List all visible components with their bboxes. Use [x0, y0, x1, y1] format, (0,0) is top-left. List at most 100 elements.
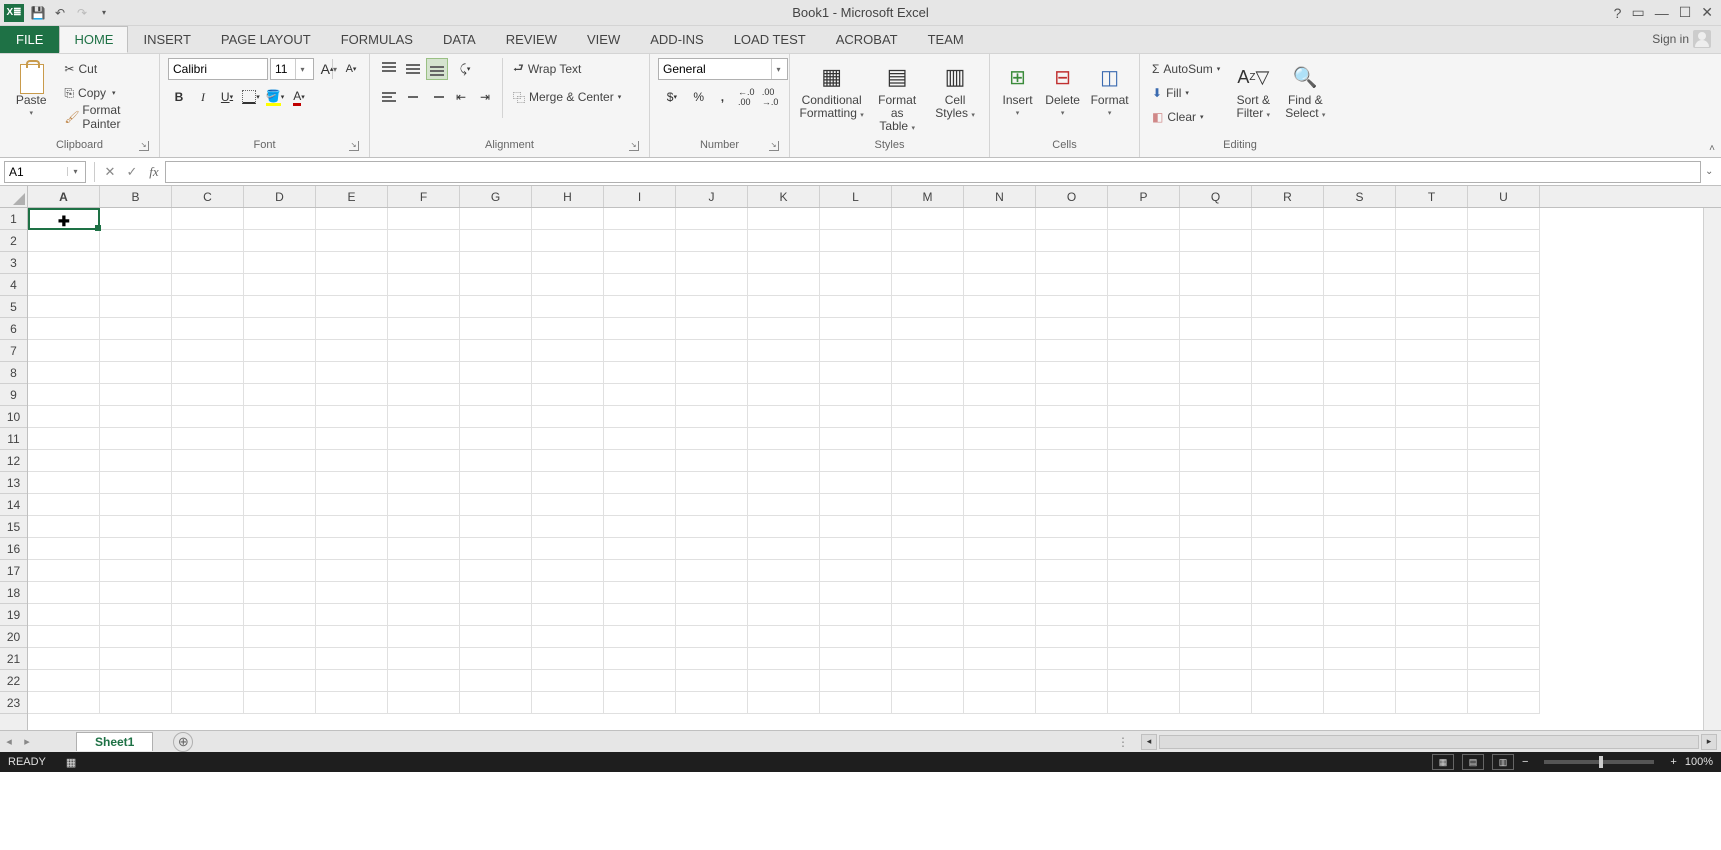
cell-D19[interactable]	[244, 604, 316, 626]
cell-K7[interactable]	[748, 340, 820, 362]
wrap-text-button[interactable]: ⮐Wrap Text	[509, 58, 625, 80]
cell-I15[interactable]	[604, 516, 676, 538]
row-header-22[interactable]: 22	[0, 670, 27, 692]
cell-G23[interactable]	[460, 692, 532, 714]
cell-P8[interactable]	[1108, 362, 1180, 384]
cell-K6[interactable]	[748, 318, 820, 340]
cell-L12[interactable]	[820, 450, 892, 472]
name-box-dropdown-icon[interactable]: ▾	[67, 167, 83, 176]
cell-P2[interactable]	[1108, 230, 1180, 252]
close-icon[interactable]: ✕	[1701, 4, 1713, 21]
row-header-6[interactable]: 6	[0, 318, 27, 340]
cell-S9[interactable]	[1324, 384, 1396, 406]
cell-P16[interactable]	[1108, 538, 1180, 560]
cell-T18[interactable]	[1396, 582, 1468, 604]
cell-D12[interactable]	[244, 450, 316, 472]
cell-D4[interactable]	[244, 274, 316, 296]
cell-G1[interactable]	[460, 208, 532, 230]
cell-O5[interactable]	[1036, 296, 1108, 318]
cell-I2[interactable]	[604, 230, 676, 252]
cell-O23[interactable]	[1036, 692, 1108, 714]
cell-T20[interactable]	[1396, 626, 1468, 648]
cell-G7[interactable]	[460, 340, 532, 362]
cell-L15[interactable]	[820, 516, 892, 538]
sheet-nav-next-icon[interactable]: ▸	[18, 735, 36, 748]
row-header-4[interactable]: 4	[0, 274, 27, 296]
cell-M23[interactable]	[892, 692, 964, 714]
cell-I17[interactable]	[604, 560, 676, 582]
cell-H23[interactable]	[532, 692, 604, 714]
cell-U1[interactable]	[1468, 208, 1540, 230]
cell-F1[interactable]	[388, 208, 460, 230]
cell-Q19[interactable]	[1180, 604, 1252, 626]
cell-J11[interactable]	[676, 428, 748, 450]
increase-indent-button[interactable]: ⇥	[474, 86, 496, 108]
cell-F16[interactable]	[388, 538, 460, 560]
cell-K14[interactable]	[748, 494, 820, 516]
cell-E22[interactable]	[316, 670, 388, 692]
cell-F21[interactable]	[388, 648, 460, 670]
cell-C12[interactable]	[172, 450, 244, 472]
cell-L18[interactable]	[820, 582, 892, 604]
cell-P21[interactable]	[1108, 648, 1180, 670]
cell-O16[interactable]	[1036, 538, 1108, 560]
cell-B6[interactable]	[100, 318, 172, 340]
cell-T9[interactable]	[1396, 384, 1468, 406]
cell-L3[interactable]	[820, 252, 892, 274]
font-launcher-icon[interactable]: ↘	[349, 141, 359, 151]
cell-D2[interactable]	[244, 230, 316, 252]
cell-F4[interactable]	[388, 274, 460, 296]
zoom-out-button[interactable]: −	[1522, 756, 1528, 768]
insert-function-icon[interactable]: fx	[143, 164, 165, 180]
cell-F5[interactable]	[388, 296, 460, 318]
cell-L17[interactable]	[820, 560, 892, 582]
cell-F14[interactable]	[388, 494, 460, 516]
cell-T11[interactable]	[1396, 428, 1468, 450]
cell-M5[interactable]	[892, 296, 964, 318]
cell-G5[interactable]	[460, 296, 532, 318]
cell-R14[interactable]	[1252, 494, 1324, 516]
cell-B17[interactable]	[100, 560, 172, 582]
cell-U13[interactable]	[1468, 472, 1540, 494]
cell-A16[interactable]	[28, 538, 100, 560]
cell-S4[interactable]	[1324, 274, 1396, 296]
align-top-button[interactable]	[378, 58, 400, 80]
cell-E6[interactable]	[316, 318, 388, 340]
font-size-dropdown[interactable]: ▾	[270, 58, 314, 80]
cell-Q4[interactable]	[1180, 274, 1252, 296]
cell-K21[interactable]	[748, 648, 820, 670]
cell-U17[interactable]	[1468, 560, 1540, 582]
cell-M16[interactable]	[892, 538, 964, 560]
macro-record-icon[interactable]: ▦	[66, 756, 76, 769]
column-header-H[interactable]: H	[532, 186, 604, 207]
cell-F7[interactable]	[388, 340, 460, 362]
row-header-1[interactable]: 1	[0, 208, 27, 230]
row-header-12[interactable]: 12	[0, 450, 27, 472]
row-header-19[interactable]: 19	[0, 604, 27, 626]
tab-view[interactable]: VIEW	[572, 26, 635, 53]
cell-B8[interactable]	[100, 362, 172, 384]
cell-Q8[interactable]	[1180, 362, 1252, 384]
find-select-button[interactable]: 🔍 Find &Select ▾	[1282, 58, 1328, 122]
name-box[interactable]: ▾	[4, 161, 86, 183]
cell-Q21[interactable]	[1180, 648, 1252, 670]
cell-S5[interactable]	[1324, 296, 1396, 318]
cell-H11[interactable]	[532, 428, 604, 450]
cell-S10[interactable]	[1324, 406, 1396, 428]
cell-E15[interactable]	[316, 516, 388, 538]
cell-O10[interactable]	[1036, 406, 1108, 428]
cell-O19[interactable]	[1036, 604, 1108, 626]
cell-L7[interactable]	[820, 340, 892, 362]
increase-decimal-button[interactable]: ←.0.00	[735, 86, 757, 108]
cell-A9[interactable]	[28, 384, 100, 406]
cell-I10[interactable]	[604, 406, 676, 428]
tab-insert[interactable]: INSERT	[128, 26, 205, 53]
cell-G12[interactable]	[460, 450, 532, 472]
insert-cells-button[interactable]: ⊞ Insert▾	[998, 58, 1037, 120]
cell-A3[interactable]	[28, 252, 100, 274]
cell-Q22[interactable]	[1180, 670, 1252, 692]
cell-L6[interactable]	[820, 318, 892, 340]
format-painter-button[interactable]: Format Painter	[60, 106, 151, 128]
cell-H13[interactable]	[532, 472, 604, 494]
cell-J9[interactable]	[676, 384, 748, 406]
